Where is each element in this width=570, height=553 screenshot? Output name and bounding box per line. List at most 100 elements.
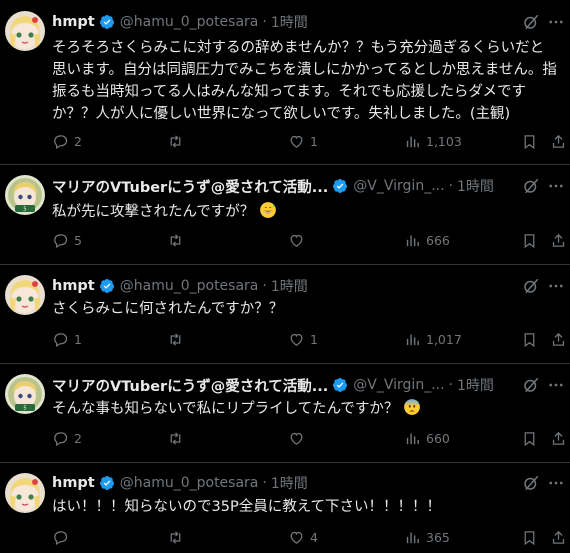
post-actions: 2 1 1,103 <box>52 133 570 153</box>
reply-button[interactable]: 1 <box>52 331 82 348</box>
svg-text:5: 5 <box>23 207 26 213</box>
reply-icon <box>54 432 68 447</box>
reply-icon <box>54 333 68 348</box>
like-button[interactable] <box>288 232 310 249</box>
bookmark-icon <box>524 333 535 348</box>
display-name[interactable]: マリアのVTuberにうず@愛されて活動... <box>52 375 328 396</box>
retweet-icon <box>170 234 181 247</box>
display-name[interactable]: hmpt <box>52 475 95 491</box>
views-icon <box>406 532 419 544</box>
retweet-button[interactable] <box>167 331 189 348</box>
post-text: 私が先に攻撃されたんですが？ <box>52 201 557 223</box>
timestamp[interactable]: 1時間 <box>271 12 308 32</box>
like-button[interactable] <box>288 430 310 447</box>
views-button[interactable]: 1,017 <box>404 331 462 348</box>
share-button[interactable] <box>550 232 567 249</box>
post-text: さくらみこに何されたんですか？？ <box>52 298 557 320</box>
reply-icon <box>54 531 68 546</box>
handle[interactable]: @hamu_0_potesara <box>120 14 259 30</box>
display-name[interactable]: マリアのVTuberにうず@愛されて活動... <box>52 176 328 197</box>
more-icon[interactable] <box>547 13 565 31</box>
retweet-button[interactable] <box>167 232 189 249</box>
post-text-content: はい！！！知らないので35P全員に教えて下さい！！！！！ <box>52 499 441 515</box>
reply-button[interactable]: 2 <box>52 430 82 447</box>
handle[interactable]: @hamu_0_potesara <box>120 278 259 294</box>
more-icon[interactable] <box>547 277 565 295</box>
post-header: hmpt @hamu_0_potesara · 1時間 <box>52 11 308 33</box>
like-button[interactable]: 4 <box>288 529 318 546</box>
grok-icon[interactable] <box>522 13 540 31</box>
grok-icon[interactable] <box>522 177 540 195</box>
share-button[interactable] <box>550 133 567 150</box>
bookmark-button[interactable] <box>521 529 538 546</box>
views-icon <box>406 433 419 445</box>
display-name[interactable]: hmpt <box>52 278 95 294</box>
grok-icon[interactable] <box>522 474 540 492</box>
like-icon <box>290 531 303 544</box>
retweet-icon <box>170 432 181 445</box>
share-button[interactable] <box>550 331 567 348</box>
grok-icon[interactable] <box>522 277 540 295</box>
more-icon[interactable] <box>547 474 565 492</box>
like-count: 1 <box>310 134 318 149</box>
post-text-content: 私が先に攻撃されたんですが？ <box>52 204 255 220</box>
views-count: 660 <box>426 431 450 446</box>
like-icon <box>290 333 303 346</box>
share-button[interactable] <box>550 430 567 447</box>
like-button[interactable]: 1 <box>288 331 318 348</box>
views-count: 1,017 <box>426 332 462 347</box>
verified-badge-icon <box>333 179 348 193</box>
reply-count: 2 <box>74 134 82 149</box>
avatar[interactable] <box>5 275 45 315</box>
post[interactable]: hmpt @hamu_0_potesara · 1時間 さくらみこに何されたんで… <box>0 264 570 364</box>
bookmark-button[interactable] <box>521 331 538 348</box>
like-icon <box>290 432 303 445</box>
views-button[interactable]: 666 <box>404 232 450 249</box>
timestamp[interactable]: 1時間 <box>457 375 494 395</box>
timestamp[interactable]: 1時間 <box>457 176 494 196</box>
timestamp[interactable]: 1時間 <box>271 276 308 296</box>
views-button[interactable]: 660 <box>404 430 450 447</box>
views-button[interactable]: 365 <box>404 529 450 546</box>
separator-dot: · <box>262 475 267 491</box>
bookmark-button[interactable] <box>521 430 538 447</box>
retweet-button[interactable] <box>167 430 189 447</box>
more-icon[interactable] <box>547 376 565 394</box>
verified-badge-icon <box>99 15 114 29</box>
handle[interactable]: @V_Virgin_... <box>353 178 444 194</box>
bookmark-icon <box>524 531 535 546</box>
post[interactable]: hmpt @hamu_0_potesara · 1時間 はい！！！知らないので3… <box>0 462 570 553</box>
post-text-content: さくらみこに何されたんですか？？ <box>52 301 284 317</box>
avatar[interactable]: 5 <box>5 175 45 215</box>
reply-icon <box>54 135 68 150</box>
bookmark-button[interactable] <box>521 133 538 150</box>
handle[interactable]: @hamu_0_potesara <box>120 475 259 491</box>
like-button[interactable]: 1 <box>288 133 318 150</box>
post[interactable]: 5 マリアのVTuberにうず@愛されて活動... @V_Virgin_... … <box>0 164 570 265</box>
reply-button[interactable] <box>52 529 74 546</box>
post[interactable]: 5 マリアのVTuberにうず@愛されて活動... @V_Virgin_... … <box>0 363 570 463</box>
timestamp[interactable]: 1時間 <box>271 473 308 493</box>
retweet-button[interactable] <box>167 133 189 150</box>
retweet-button[interactable] <box>167 529 189 546</box>
avatar[interactable]: 5 <box>5 374 45 414</box>
handle[interactable]: @V_Virgin_... <box>353 377 444 393</box>
post-text-content: そろそろさくらみこに対するの辞めませんか？？もう充分過ぎるくらいだと思います。自… <box>52 40 557 122</box>
like-icon <box>290 135 303 148</box>
views-button[interactable]: 1,103 <box>404 133 462 150</box>
separator-dot: · <box>448 377 453 393</box>
share-button[interactable] <box>550 529 567 546</box>
display-name[interactable]: hmpt <box>52 14 95 30</box>
bookmark-button[interactable] <box>521 232 538 249</box>
grok-icon[interactable] <box>522 376 540 394</box>
avatar[interactable] <box>5 11 45 51</box>
reply-button[interactable]: 2 <box>52 133 82 150</box>
reply-button[interactable]: 5 <box>52 232 82 249</box>
avatar[interactable] <box>5 473 45 513</box>
separator-dot: · <box>262 14 267 30</box>
share-icon <box>552 134 565 148</box>
more-icon[interactable] <box>547 177 565 195</box>
share-icon <box>552 530 565 544</box>
views-icon <box>406 235 419 247</box>
post[interactable]: hmpt @hamu_0_potesara · 1時間 そろそろさくらみこに対す… <box>0 0 570 165</box>
